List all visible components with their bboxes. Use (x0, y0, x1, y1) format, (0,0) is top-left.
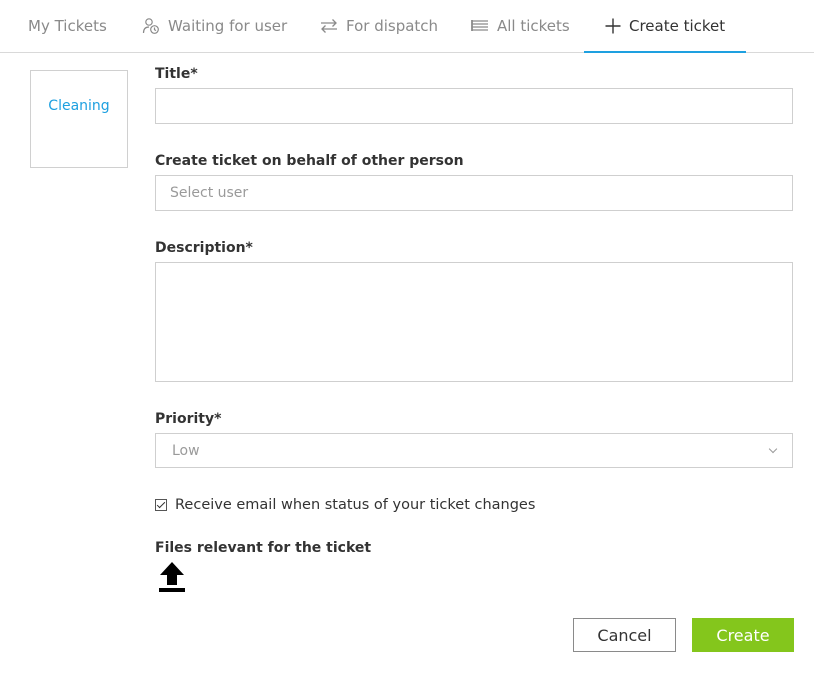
swap-arrows-icon (320, 18, 338, 34)
chevron-down-icon (768, 444, 778, 453)
plus-icon (605, 18, 621, 34)
description-label: Description* (155, 240, 253, 256)
tab-bar: My Tickets Waiting for user For dispatch (0, 0, 814, 53)
select-user-input[interactable] (155, 175, 793, 211)
description-textarea[interactable] (155, 262, 793, 382)
files-label: Files relevant for the ticket (155, 540, 372, 556)
list-icon (471, 19, 489, 33)
category-label: Cleaning (48, 98, 110, 114)
tab-for-dispatch[interactable]: For dispatch (320, 0, 438, 52)
email-checkbox[interactable] (155, 499, 167, 511)
tab-waiting-for-user[interactable]: Waiting for user (142, 0, 287, 52)
create-button[interactable]: Create (692, 618, 794, 652)
tab-waiting-label: Waiting for user (168, 17, 288, 35)
priority-select[interactable]: Low (155, 433, 793, 468)
user-clock-icon (142, 17, 160, 35)
tab-create-ticket[interactable]: Create ticket (583, 0, 747, 53)
tab-all-tickets-label: All tickets (497, 17, 570, 35)
priority-label: Priority* (155, 411, 222, 427)
priority-value: Low (172, 442, 200, 459)
tab-all-tickets[interactable]: All tickets (471, 0, 570, 52)
tab-create-ticket-label: Create ticket (629, 17, 726, 35)
behalf-label: Create ticket on behalf of other person (155, 153, 464, 169)
category-card-cleaning[interactable]: Cleaning (30, 70, 128, 168)
tab-my-tickets-label: My Tickets (28, 17, 107, 35)
tab-for-dispatch-label: For dispatch (346, 17, 439, 35)
tab-my-tickets[interactable]: My Tickets (28, 0, 107, 52)
upload-icon[interactable] (158, 561, 186, 597)
title-label: Title* (155, 66, 198, 82)
title-input[interactable] (155, 88, 793, 124)
email-checkbox-label: Receive email when status of your ticket… (175, 497, 536, 513)
email-notification-toggle[interactable]: Receive email when status of your ticket… (155, 497, 535, 513)
cancel-button[interactable]: Cancel (573, 618, 676, 652)
